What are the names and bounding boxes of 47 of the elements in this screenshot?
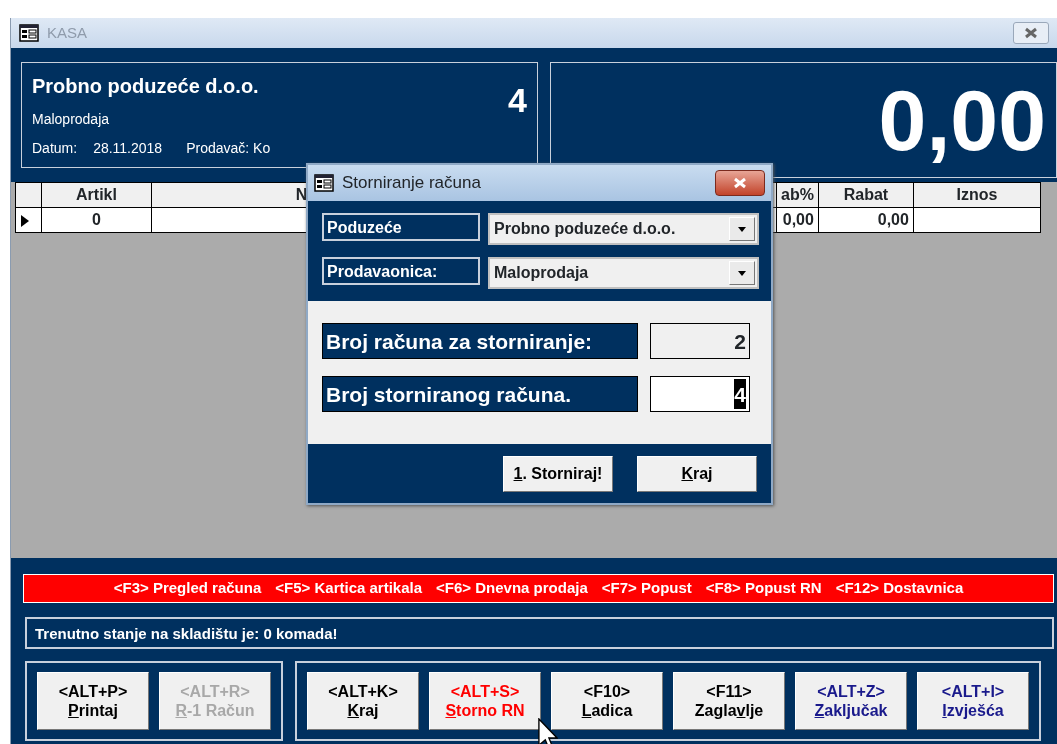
dialog-button[interactable]: Kraj	[637, 455, 757, 492]
shortcut-hint: <F3> Pregled računa	[113, 578, 262, 599]
table-cell: 0,00	[818, 207, 914, 233]
shortcut-button[interactable]: <ALT+I> Izvješća	[917, 672, 1029, 730]
field-label: Poduzeće	[322, 213, 480, 241]
table-cell: 0,00	[776, 207, 819, 233]
shortcut-button[interactable]: <ALT+K> Kraj	[307, 672, 419, 730]
caret-icon	[738, 226, 746, 232]
shortcut-button[interactable]: <ALT+S> Storno RN	[429, 672, 541, 730]
column-header: Iznos	[913, 182, 1041, 208]
field-label: Broj storniranog računa.	[322, 376, 638, 412]
shortcut-hint: <F12> Dostavnica	[835, 578, 964, 599]
column-header: Artikl	[41, 182, 152, 208]
store-name: Maloprodaja	[32, 110, 111, 129]
close-icon	[1023, 27, 1039, 39]
close-icon	[732, 177, 748, 189]
dropdown-field[interactable]: Maloprodaja	[488, 257, 759, 289]
form-icon	[19, 24, 39, 42]
close-button[interactable]	[1013, 22, 1049, 44]
field-label: Broj računa za storniranje:	[322, 323, 638, 359]
input-field[interactable]: 2	[650, 323, 750, 359]
dropdown-field[interactable]: Probno poduzeće d.o.o.	[488, 213, 759, 245]
shortcut-hint: <F5> Kartica artikala	[275, 578, 423, 599]
column-header: ab%	[776, 182, 819, 208]
shortcut-hint: <F8> Popust RN	[705, 578, 822, 599]
shortcut-button[interactable]: <ALT+P> Printaj	[37, 672, 149, 730]
shortcut-button[interactable]: <F11> Zaglavlje	[673, 672, 785, 730]
date-value: 28.11.2018	[93, 139, 163, 158]
company-name: Probno poduzeće d.o.o.	[32, 74, 259, 99]
window-title: KASA	[47, 22, 88, 43]
table-cell: 0	[41, 207, 152, 233]
total-amount: 0,00	[878, 77, 1046, 163]
column-header: Rabat	[818, 182, 914, 208]
seller-text: Prodavač: Ko	[186, 139, 271, 158]
caret-icon	[738, 270, 746, 276]
form-icon	[314, 174, 334, 192]
shortcut-hint: <F7> Popust	[601, 578, 692, 599]
date-label: Datum:	[32, 139, 78, 158]
field-label: Prodavaonica:	[322, 257, 480, 285]
receipt-number: 4	[508, 80, 527, 121]
status-bar: Trenutno stanje na skladištu je: 0 komada!	[25, 617, 1054, 649]
input-field[interactable]: 4	[650, 376, 750, 412]
shortcut-button[interactable]: <ALT+Z> Zaključak	[795, 672, 907, 730]
close-button[interactable]	[715, 170, 765, 196]
dialog-button[interactable]: 1. Storniraj!	[503, 455, 613, 492]
shortcut-button[interactable]: <F10> Ladica	[551, 672, 663, 730]
shortcut-hint: <F6> Dnevna prodaja	[436, 578, 588, 599]
